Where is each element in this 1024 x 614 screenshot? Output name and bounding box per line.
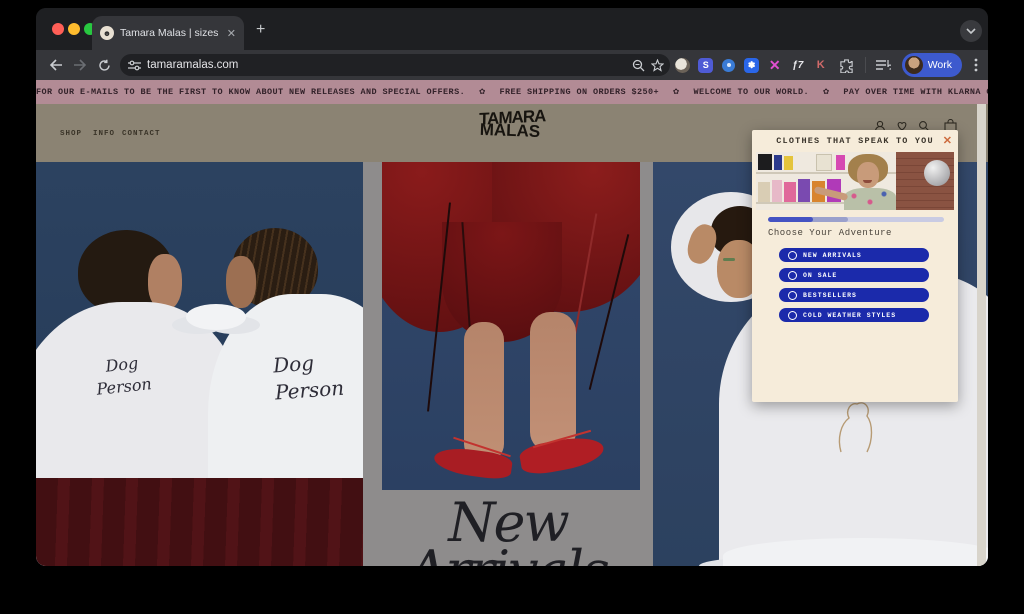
flower-icon: ✿ — [673, 86, 679, 98]
floral-top — [844, 188, 896, 210]
quiz-subtitle: Choose Your Adventure — [768, 228, 892, 238]
page-scrollbar[interactable] — [977, 104, 986, 566]
leg — [530, 312, 576, 452]
reading-list-icon[interactable] — [872, 53, 896, 77]
leg — [464, 322, 504, 462]
back-button[interactable] — [44, 53, 68, 77]
reload-button[interactable] — [92, 53, 116, 77]
bookmark-star-icon[interactable] — [651, 59, 664, 72]
announcement-banner: FOR OUR E-MAILS TO BE THE FIRST TO KNOW … — [36, 80, 988, 104]
popup-title: CLOTHES THAT SPEAK TO YOU — [752, 130, 958, 152]
tab-title: Tamara Malas | sizes 0-36 — [120, 27, 221, 39]
browser-toolbar: tamaramalas.com S ✽ ✕ ƒ7 — [36, 50, 988, 80]
new-tab-button[interactable]: + — [256, 22, 265, 38]
new-arrivals-caption[interactable]: New Arrivals — [363, 496, 653, 566]
profile-button[interactable]: Work — [902, 53, 962, 77]
banner-text: PAY OVER TIME WITH KLARNA OR SHOP PAY IN… — [843, 87, 988, 97]
green-eyeshadow — [723, 258, 735, 261]
extensions-puzzle-icon[interactable] — [835, 53, 859, 77]
radio-icon — [788, 291, 797, 300]
flower-icon: ✿ — [479, 86, 485, 98]
banner-text: FREE SHIPPING ON ORDERS $250+ — [500, 87, 660, 97]
flower-icon: ✿ — [823, 86, 829, 98]
url-text[interactable]: tamaramalas.com — [147, 59, 626, 71]
menu-kebab-icon[interactable] — [964, 53, 988, 77]
disco-ball — [924, 160, 950, 186]
tab-close-icon[interactable]: ✕ — [227, 27, 236, 40]
quiz-option-bestsellers[interactable]: BESTSELLERS — [779, 288, 929, 302]
extension-blue-dot-icon[interactable] — [719, 55, 739, 75]
extension-stripe-icon[interactable]: S — [696, 55, 716, 75]
extension-klarna-icon[interactable]: K — [811, 55, 831, 75]
forward-button[interactable] — [68, 53, 92, 77]
quiz-option-cold-weather[interactable]: COLD WEATHER STYLES — [779, 308, 929, 322]
address-bar[interactable]: tamaramalas.com — [120, 54, 670, 76]
traffic-minimize-button[interactable] — [68, 23, 80, 35]
video-person-face — [857, 162, 879, 188]
tab-favicon-icon: ☻ — [100, 26, 114, 40]
tab-strip: ☻ Tamara Malas | sizes 0-36 ✕ + — [36, 8, 988, 50]
extension-fn-icon[interactable]: ƒ7 — [788, 55, 808, 75]
webpage-viewport: FOR OUR E-MAILS TO BE THE FIRST TO KNOW … — [36, 80, 988, 566]
toolbar-divider — [865, 57, 866, 73]
popup-close-icon[interactable]: ✕ — [943, 134, 952, 147]
banner-text: WELCOME TO OUR WORLD. — [693, 87, 809, 97]
zoom-page-icon[interactable] — [632, 59, 645, 72]
radio-icon — [788, 251, 797, 260]
ruffle-collar — [186, 304, 246, 330]
video-progress-bar[interactable] — [768, 217, 944, 222]
quiz-option-new-arrivals[interactable]: NEW ARRIVALS — [779, 248, 929, 262]
browser-window: ☻ Tamara Malas | sizes 0-36 ✕ + tamarama — [36, 8, 988, 566]
red-skirts — [36, 478, 363, 566]
extension-pink-x-icon[interactable]: ✕ — [765, 55, 785, 75]
progress-fill — [768, 217, 813, 222]
extension-generic-icon[interactable] — [673, 55, 693, 75]
tab-search-chevron-icon[interactable] — [960, 20, 982, 42]
radio-icon — [788, 271, 797, 280]
site-settings-icon[interactable] — [128, 60, 141, 71]
embroidery-text: Dog Person — [272, 344, 363, 407]
traffic-close-button[interactable] — [52, 23, 64, 35]
hero-photo-dog-person[interactable]: Dog Person Dog Person — [36, 162, 363, 566]
extension-gear-icon[interactable]: ✽ — [742, 55, 762, 75]
person-face — [226, 256, 256, 308]
quiz-popup: CLOTHES THAT SPEAK TO YOU ✕ — [752, 130, 958, 402]
banner-text: FOR OUR E-MAILS TO BE THE FIRST TO KNOW … — [36, 87, 465, 97]
quiz-option-on-sale[interactable]: ON SALE — [779, 268, 929, 282]
browser-tab[interactable]: ☻ Tamara Malas | sizes 0-36 ✕ — [92, 16, 244, 50]
radio-icon — [788, 311, 797, 320]
avatar — [905, 56, 923, 74]
hero-photo-red-dress[interactable] — [382, 162, 640, 490]
profile-label: Work — [928, 59, 952, 71]
dog-sketch — [831, 398, 877, 456]
quiz-video-thumbnail[interactable] — [756, 152, 954, 210]
